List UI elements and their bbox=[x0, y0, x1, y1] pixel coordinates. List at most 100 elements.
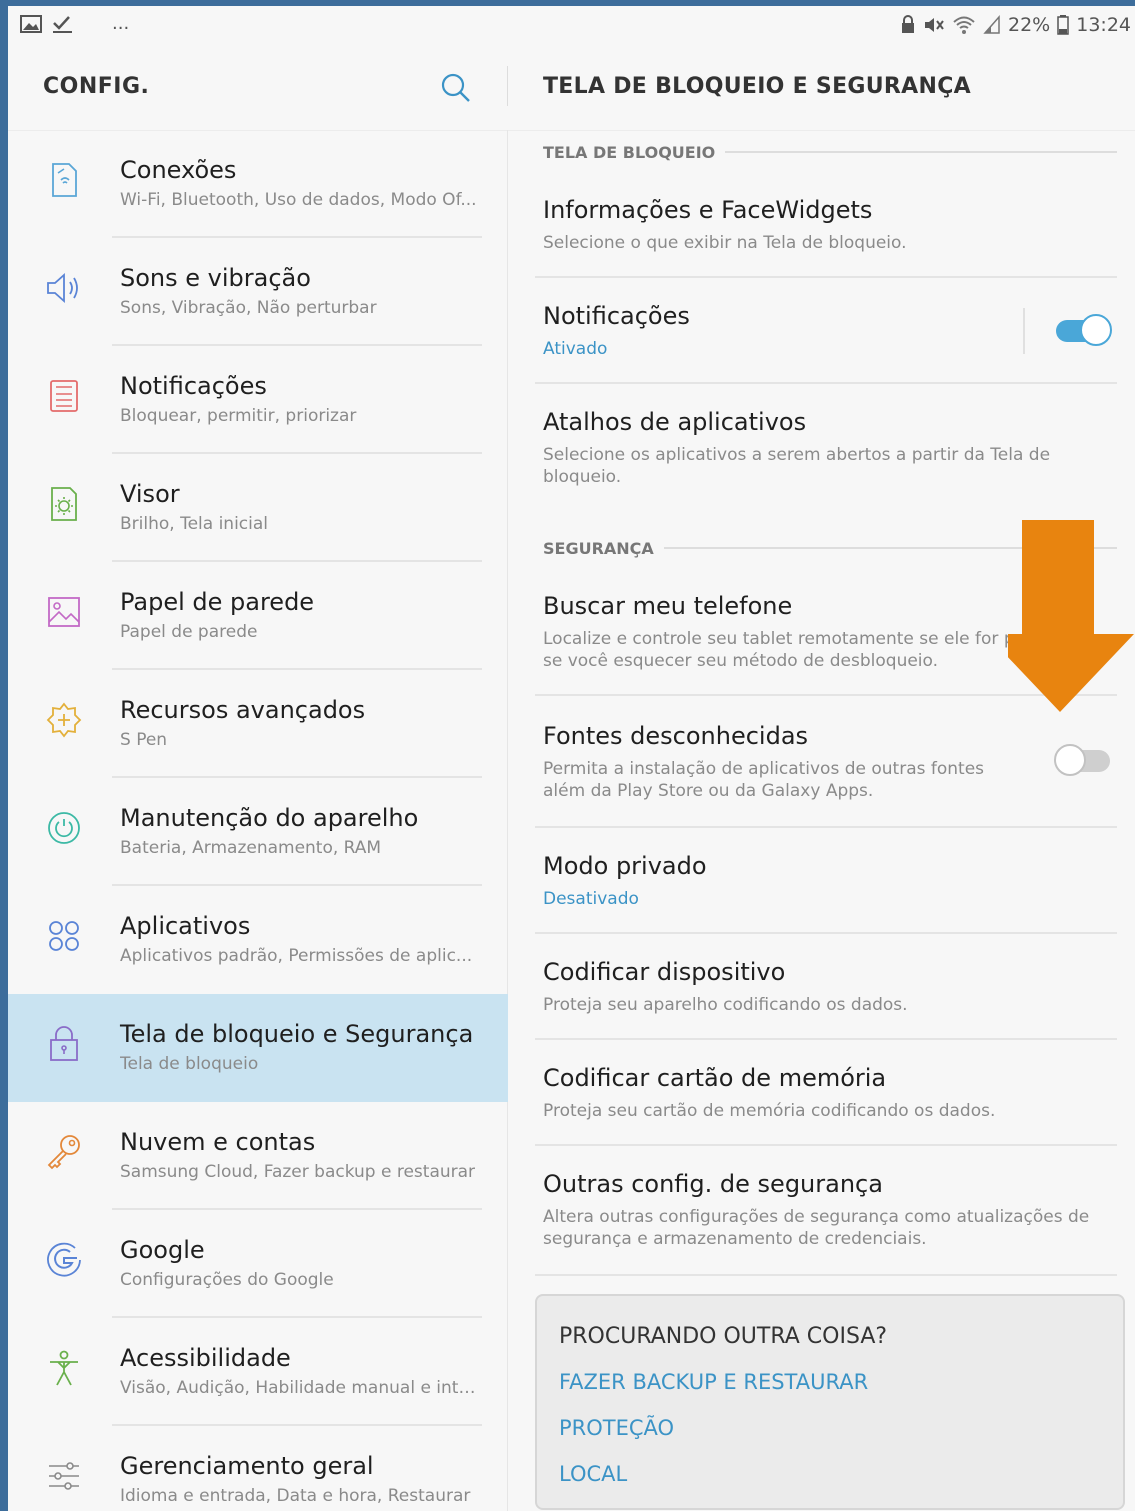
setting-subtitle: Permita a instalação de aplicativos de o… bbox=[543, 759, 985, 801]
setting-private-mode[interactable]: Modo privado Desativado bbox=[543, 852, 1117, 910]
setting-subtitle: Altera outras configurações de segurança… bbox=[543, 1207, 1090, 1249]
nav-subtitle: Aplicativos padrão, Permissões de aplic.… bbox=[120, 946, 473, 966]
status-left: ... bbox=[20, 14, 129, 34]
nav-item-device-maintenance[interactable]: Manutenção do aparelho Bateria, Armazena… bbox=[8, 778, 508, 886]
setting-encrypt-device[interactable]: Codificar dispositivo Proteja seu aparel… bbox=[543, 958, 1117, 1016]
section-label: TELA DE BLOQUEIO bbox=[543, 142, 716, 162]
setting-title: Codificar cartão de memória bbox=[543, 1064, 887, 1092]
lock-notifications-toggle[interactable] bbox=[1054, 314, 1112, 346]
lock-status-icon bbox=[902, 15, 914, 33]
nav-title: Tela de bloqueio e Segurança bbox=[120, 1020, 474, 1048]
sliders-icon bbox=[49, 1462, 79, 1490]
status-bar: ... 22% 13:24 bbox=[8, 6, 1135, 44]
toggle-knob bbox=[1080, 314, 1112, 346]
nav-subtitle: S Pen bbox=[120, 730, 168, 750]
setting-title: Codificar dispositivo bbox=[543, 958, 786, 986]
setting-app-shortcuts[interactable]: Atalhos de aplicativos Selecione os apli… bbox=[543, 408, 1117, 488]
setting-encrypt-sd-card[interactable]: Codificar cartão de memória Proteja seu … bbox=[543, 1064, 1117, 1122]
nav-title: Aplicativos bbox=[120, 912, 251, 940]
setting-status: Ativado bbox=[543, 339, 608, 359]
nav-title: Visor bbox=[120, 480, 180, 508]
search-button[interactable] bbox=[438, 70, 474, 106]
nav-item-general-management[interactable]: Gerenciamento geral Idioma e entrada, Da… bbox=[8, 1426, 508, 1511]
nav-subtitle: Idioma e entrada, Data e hora, Restaurar bbox=[120, 1486, 471, 1506]
check-icon bbox=[53, 16, 72, 33]
card-title: PROCURANDO OUTRA COISA? bbox=[559, 1324, 888, 1349]
clock: 13:24 bbox=[1076, 14, 1131, 36]
nav-header: CONFIG. bbox=[8, 44, 508, 130]
link-backup-restore[interactable]: FAZER BACKUP E RESTAURAR bbox=[559, 1370, 868, 1394]
nav-title: Sons e vibração bbox=[120, 264, 311, 292]
wifi-icon bbox=[953, 16, 975, 34]
divider bbox=[535, 382, 1117, 384]
nav-item-sounds[interactable]: Sons e vibração Sons, Vibração, Não pert… bbox=[8, 238, 508, 346]
nav-item-apps[interactable]: Aplicativos Aplicativos padrão, Permissõ… bbox=[8, 886, 508, 994]
detail-title: TELA DE BLOQUEIO E SEGURANÇA bbox=[543, 74, 971, 99]
detail-pane: TELA DE BLOQUEIO E SEGURANÇA TELA DE BLO… bbox=[508, 44, 1135, 1511]
screen: ... 22% 13:24 CONFIG. Conexões Wi-Fi, Bl… bbox=[8, 6, 1135, 1511]
nav-subtitle: Bateria, Armazenamento, RAM bbox=[120, 838, 382, 858]
setting-title: Atalhos de aplicativos bbox=[543, 408, 807, 436]
nav-title: Nuvem e contas bbox=[120, 1128, 316, 1156]
setting-title: Fontes desconhecidas bbox=[543, 722, 809, 750]
setting-other-security[interactable]: Outras config. de segurança Altera outra… bbox=[543, 1170, 1117, 1250]
setting-subtitle: Proteja seu aparelho codificando os dado… bbox=[543, 995, 908, 1015]
nav-item-accessibility[interactable]: Acessibilidade Visão, Audição, Habilidad… bbox=[8, 1318, 508, 1426]
section-line bbox=[725, 151, 1117, 153]
battery-icon bbox=[1057, 15, 1069, 35]
link-location[interactable]: LOCAL bbox=[559, 1462, 627, 1486]
setting-title: Outras config. de segurança bbox=[543, 1170, 883, 1198]
accessibility-icon bbox=[50, 1350, 78, 1386]
nav-title: Manutenção do aparelho bbox=[120, 804, 419, 832]
nav-subtitle: Bloquear, permitir, priorizar bbox=[120, 406, 357, 426]
setting-lock-notifications[interactable]: Notificações Ativado bbox=[543, 302, 1005, 360]
display-icon bbox=[51, 487, 77, 521]
settings-nav-list: Conexões Wi-Fi, Bluetooth, Uso de dados,… bbox=[8, 130, 508, 1511]
nav-title: Conexões bbox=[120, 156, 237, 184]
setting-subtitle: Selecione os aplicativos a serem abertos… bbox=[543, 445, 1051, 487]
nav-item-notifications[interactable]: Notificações Bloquear, permitir, prioriz… bbox=[8, 346, 508, 454]
setting-info-facewidgets[interactable]: Informações e FaceWidgets Selecione o qu… bbox=[543, 196, 1117, 254]
key-icon bbox=[47, 1135, 80, 1170]
battery-percent: 22% bbox=[1008, 14, 1051, 36]
nav-subtitle: Tela de bloqueio bbox=[120, 1054, 259, 1074]
nav-title: Google bbox=[120, 1236, 205, 1264]
advanced-features-icon bbox=[46, 702, 82, 738]
nav-item-lock-screen-security[interactable]: Tela de bloqueio e Segurança Tela de blo… bbox=[8, 994, 508, 1102]
section-label: SEGURANÇA bbox=[543, 538, 654, 558]
gallery-icon bbox=[20, 15, 42, 33]
setting-title: Informações e FaceWidgets bbox=[543, 196, 873, 224]
nav-item-wallpaper[interactable]: Papel de parede Papel de parede bbox=[8, 562, 508, 670]
nav-item-google[interactable]: Google Configurações do Google bbox=[8, 1210, 508, 1318]
nav-item-connections[interactable]: Conexões Wi-Fi, Bluetooth, Uso de dados,… bbox=[8, 130, 508, 238]
down-arrow-annotation-icon bbox=[1008, 520, 1134, 712]
divider bbox=[535, 276, 1117, 278]
divider bbox=[535, 932, 1117, 934]
nav-item-display[interactable]: Visor Brilho, Tela inicial bbox=[8, 454, 508, 562]
notifications-icon bbox=[50, 380, 78, 412]
looking-for-something-else-card: PROCURANDO OUTRA COISA? FAZER BACKUP E R… bbox=[535, 1294, 1125, 1510]
divider bbox=[535, 1038, 1117, 1040]
connections-icon bbox=[52, 163, 77, 197]
setting-subtitle: Selecione o que exibir na Tela de bloque… bbox=[543, 233, 907, 253]
link-protection[interactable]: PROTEÇÃO bbox=[559, 1416, 674, 1440]
nav-item-cloud-accounts[interactable]: Nuvem e contas Samsung Cloud, Fazer back… bbox=[8, 1102, 508, 1210]
nav-subtitle: Brilho, Tela inicial bbox=[120, 514, 269, 534]
nav-title: Gerenciamento geral bbox=[120, 1452, 374, 1480]
setting-unknown-sources[interactable]: Fontes desconhecidas Permita a instalaçã… bbox=[543, 722, 1005, 802]
toggle-separator bbox=[1023, 308, 1025, 354]
divider bbox=[535, 1274, 1117, 1276]
divider bbox=[535, 826, 1117, 828]
sound-icon bbox=[47, 272, 78, 304]
device-maintenance-icon bbox=[48, 812, 80, 844]
nav-title: Acessibilidade bbox=[120, 1344, 291, 1372]
mute-icon bbox=[925, 18, 944, 32]
nav-subtitle: Papel de parede bbox=[120, 622, 258, 642]
nav-subtitle: Wi-Fi, Bluetooth, Uso de dados, Modo Of.… bbox=[120, 190, 477, 210]
unknown-sources-toggle[interactable] bbox=[1054, 744, 1112, 776]
page-title: CONFIG. bbox=[43, 74, 150, 99]
status-right: 22% 13:24 bbox=[900, 14, 1131, 36]
nav-subtitle: Visão, Audição, Habilidade manual e inte… bbox=[120, 1378, 480, 1398]
nav-item-advanced-features[interactable]: Recursos avançados S Pen bbox=[8, 670, 508, 778]
nav-subtitle: Sons, Vibração, Não perturbar bbox=[120, 298, 377, 318]
